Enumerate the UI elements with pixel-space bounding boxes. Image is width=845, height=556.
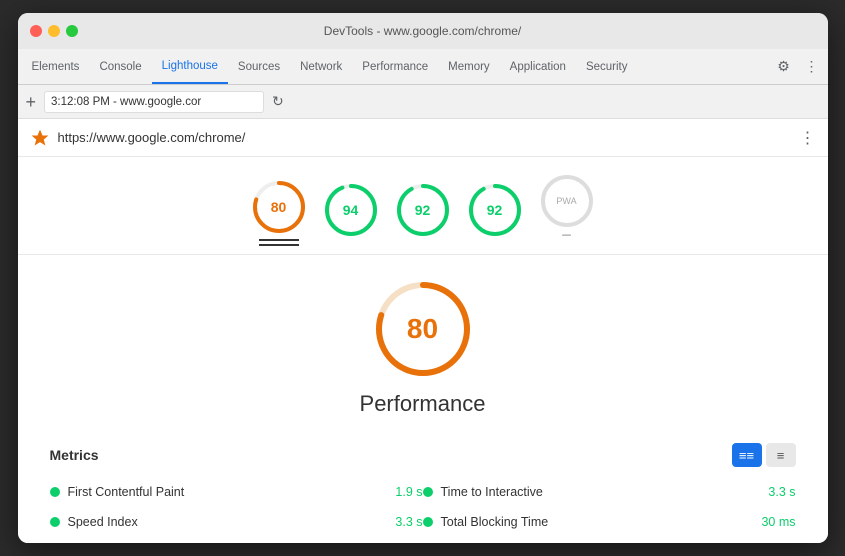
score-circle-92b-inner: 92	[467, 182, 523, 238]
score-value-92a: 92	[415, 202, 431, 218]
tab-sources[interactable]: Sources	[228, 49, 290, 84]
score-circle-92a[interactable]: 92	[395, 182, 451, 238]
tab-security[interactable]: Security	[576, 49, 638, 84]
title-bar: DevTools - www.google.com/chrome/	[18, 13, 828, 49]
metrics-header: Metrics ≡≡ ≡	[50, 433, 796, 477]
url-input[interactable]	[44, 91, 264, 113]
main-score-circle: 80	[373, 279, 473, 379]
url-menu-icon[interactable]: ⋮	[800, 128, 816, 148]
score-circles-row: 80 94	[18, 157, 828, 255]
score-circle-performance[interactable]: 80	[251, 179, 307, 241]
metric-cumulative-layout-shift: Cumulative Layout Shift 0	[423, 537, 796, 543]
tab-performance[interactable]: Performance	[352, 49, 438, 84]
metrics-title: Metrics	[50, 447, 99, 463]
tab-application[interactable]: Application	[500, 49, 576, 84]
grid-view-button[interactable]: ≡≡	[732, 443, 762, 467]
score-circle-92b[interactable]: 92	[467, 182, 523, 238]
score-circle-94-inner: 94	[323, 182, 379, 238]
metrics-view-toggle: ≡≡ ≡	[732, 443, 796, 467]
score-value-94: 94	[343, 202, 359, 218]
tab-lighthouse[interactable]: Lighthouse	[152, 49, 228, 84]
main-score-area: 80 Performance	[18, 255, 828, 433]
devtools-tabs-bar: Elements Console Lighthouse Sources Netw…	[18, 49, 828, 85]
new-tab-button[interactable]: +	[26, 93, 37, 111]
traffic-lights	[30, 25, 78, 37]
metric-dot-tti	[423, 487, 433, 497]
tab-network[interactable]: Network	[290, 49, 352, 84]
url-bar: + ↻	[18, 85, 828, 119]
main-score-value: 80	[407, 313, 438, 345]
metric-value-si: 3.3 s	[395, 515, 422, 529]
score-circle-94[interactable]: 94	[323, 182, 379, 238]
lighthouse-icon	[30, 128, 50, 148]
metric-speed-index: Speed Index 3.3 s	[50, 507, 423, 537]
metric-dot-si	[50, 517, 60, 527]
reload-icon[interactable]: ↻	[272, 93, 284, 110]
metric-value-fcp: 1.9 s	[395, 485, 422, 499]
metrics-grid: First Contentful Paint 1.9 s Time to Int…	[50, 477, 796, 543]
metric-largest-contentful-paint: Largest Contentful Paint 4.8 s	[50, 537, 423, 543]
browser-window: DevTools - www.google.com/chrome/ Elemen…	[18, 13, 828, 543]
devtools-icons: ⚙ ⋮	[772, 54, 824, 84]
tab-memory[interactable]: Memory	[438, 49, 500, 84]
tab-elements[interactable]: Elements	[22, 49, 90, 84]
metric-total-blocking-time: Total Blocking Time 30 ms	[423, 507, 796, 537]
tab-console[interactable]: Console	[89, 49, 151, 84]
list-view-button[interactable]: ≡	[766, 443, 796, 467]
score-circle-80: 80	[251, 179, 307, 235]
metric-dot-tbt	[423, 517, 433, 527]
score-value-80: 80	[271, 199, 287, 215]
main-score-title: Performance	[360, 391, 486, 417]
metric-name-fcp: First Contentful Paint	[68, 485, 388, 499]
score-circle-pwa[interactable]: PWA −	[539, 173, 595, 246]
metrics-section: Metrics ≡≡ ≡ First Contentful Paint 1.9 …	[18, 433, 828, 543]
metric-name-tbt: Total Blocking Time	[441, 515, 754, 529]
more-options-icon[interactable]: ⋮	[800, 54, 824, 78]
content-area: https://www.google.com/chrome/ ⋮ 80	[18, 119, 828, 543]
metric-value-tti: 3.3 s	[768, 485, 795, 499]
minimize-button[interactable]	[48, 25, 60, 37]
grid-view-icon: ≡≡	[739, 448, 754, 463]
metric-name-tti: Time to Interactive	[441, 485, 761, 499]
score-pwa-label: PWA	[556, 196, 576, 206]
metric-name-si: Speed Index	[68, 515, 388, 529]
window-title: DevTools - www.google.com/chrome/	[324, 24, 521, 38]
metric-first-contentful-paint: First Contentful Paint 1.9 s	[50, 477, 423, 507]
close-button[interactable]	[30, 25, 42, 37]
settings-icon[interactable]: ⚙	[772, 54, 796, 78]
metric-value-tbt: 30 ms	[761, 515, 795, 529]
lighthouse-url-bar: https://www.google.com/chrome/ ⋮	[18, 119, 828, 157]
lighthouse-url-text: https://www.google.com/chrome/	[58, 130, 246, 145]
score-circle-pwa-inner: PWA	[539, 173, 595, 229]
score-circle-92a-inner: 92	[395, 182, 451, 238]
list-view-icon: ≡	[777, 448, 785, 463]
score-value-92b: 92	[487, 202, 503, 218]
fullscreen-button[interactable]	[66, 25, 78, 37]
metric-time-to-interactive: Time to Interactive 3.3 s	[423, 477, 796, 507]
metric-dot-fcp	[50, 487, 60, 497]
